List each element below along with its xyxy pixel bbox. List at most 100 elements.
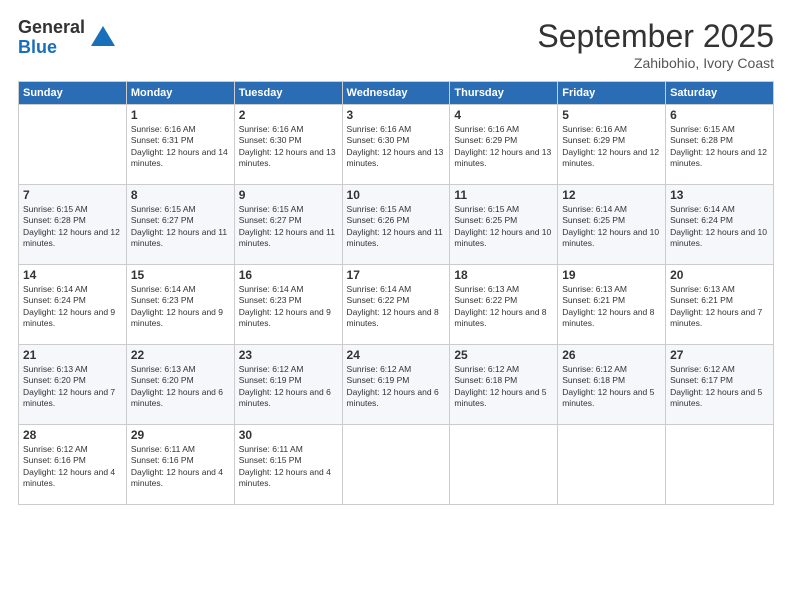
day-number: 1 [131,108,230,122]
day-number: 10 [347,188,446,202]
col-wednesday: Wednesday [342,82,450,105]
col-monday: Monday [126,82,234,105]
table-row: 27 Sunrise: 6:12 AM Sunset: 6:17 PM Dayli… [666,345,774,425]
day-info: Sunrise: 6:16 AM Sunset: 6:29 PM Dayligh… [562,124,661,170]
day-number: 12 [562,188,661,202]
table-row: 24Sunrise: 6:12 AM Sunset: 6:19 PM Dayli… [342,345,450,425]
day-info: Sunrise: 6:15 AM Sunset: 6:27 PM Dayligh… [131,204,230,250]
table-row [19,105,127,185]
col-thursday: Thursday [450,82,558,105]
table-row: 20 Sunrise: 6:13 AM Sunset: 6:21 PM Dayli… [666,265,774,345]
table-row: 17Sunrise: 6:14 AM Sunset: 6:22 PM Dayli… [342,265,450,345]
day-info: Sunrise: 6:16 AM Sunset: 6:30 PM Dayligh… [239,124,338,170]
day-info: Sunrise: 6:13 AM Sunset: 6:21 PM Dayligh… [670,284,769,330]
day-info: Sunrise: 6:12 AM Sunset: 6:18 PM Dayligh… [454,364,553,410]
day-info: Sunrise: 6:11 AM Sunset: 6:16 PM Dayligh… [131,444,230,490]
location: Zahibohio, Ivory Coast [537,55,774,71]
table-row: 29 Sunrise: 6:11 AM Sunset: 6:16 PM Dayli… [126,425,234,505]
table-row: 21 Sunrise: 6:13 AM Sunset: 6:20 PM Dayli… [19,345,127,425]
day-number: 20 [670,268,769,282]
day-number: 18 [454,268,553,282]
col-sunday: Sunday [19,82,127,105]
logo-general: General [18,18,85,38]
table-row: 8 Sunrise: 6:15 AM Sunset: 6:27 PM Daylig… [126,185,234,265]
day-number: 6 [670,108,769,122]
table-row: 4Sunrise: 6:16 AM Sunset: 6:29 PM Daylig… [450,105,558,185]
day-info: Sunrise: 6:16 AM Sunset: 6:30 PM Dayligh… [347,124,446,170]
table-row: 10 Sunrise: 6:15 AM Sunset: 6:26 PM Dayli… [342,185,450,265]
header: General Blue September 2025 Zahibohio, I… [18,18,774,71]
day-info: Sunrise: 6:13 AM Sunset: 6:20 PM Dayligh… [23,364,122,410]
table-row [666,425,774,505]
day-info: Sunrise: 6:11 AM Sunset: 6:15 PM Dayligh… [239,444,338,490]
day-number: 24 [347,348,446,362]
table-row: 22 Sunrise: 6:13 AM Sunset: 6:20 PM Dayli… [126,345,234,425]
day-info: Sunrise: 6:16 AM Sunset: 6:29 PM Dayligh… [454,124,553,170]
table-row: 14 Sunrise: 6:14 AM Sunset: 6:24 PM Dayli… [19,265,127,345]
day-info: Sunrise: 6:12 AM Sunset: 6:16 PM Dayligh… [23,444,122,490]
day-info: Sunrise: 6:14 AM Sunset: 6:24 PM Dayligh… [23,284,122,330]
day-info: Sunrise: 6:15 AM Sunset: 6:25 PM Dayligh… [454,204,553,250]
table-row: 5 Sunrise: 6:16 AM Sunset: 6:29 PM Daylig… [558,105,666,185]
table-row: 15 Sunrise: 6:14 AM Sunset: 6:23 PM Dayli… [126,265,234,345]
table-row: 12 Sunrise: 6:14 AM Sunset: 6:25 PM Dayli… [558,185,666,265]
day-number: 3 [347,108,446,122]
day-info: Sunrise: 6:15 AM Sunset: 6:26 PM Dayligh… [347,204,446,250]
day-number: 14 [23,268,122,282]
table-row [450,425,558,505]
day-number: 8 [131,188,230,202]
table-row: 9 Sunrise: 6:15 AM Sunset: 6:27 PM Daylig… [234,185,342,265]
table-row: 23 Sunrise: 6:12 AM Sunset: 6:19 PM Dayli… [234,345,342,425]
day-number: 2 [239,108,338,122]
day-info: Sunrise: 6:16 AM Sunset: 6:31 PM Dayligh… [131,124,230,170]
day-number: 19 [562,268,661,282]
calendar: Sunday Monday Tuesday Wednesday Thursday… [18,81,774,505]
page: General Blue September 2025 Zahibohio, I… [0,0,792,612]
day-info: Sunrise: 6:15 AM Sunset: 6:27 PM Dayligh… [239,204,338,250]
table-row: 26 Sunrise: 6:12 AM Sunset: 6:18 PM Dayli… [558,345,666,425]
day-number: 25 [454,348,553,362]
day-number: 9 [239,188,338,202]
day-number: 5 [562,108,661,122]
table-row: 25 Sunrise: 6:12 AM Sunset: 6:18 PM Dayli… [450,345,558,425]
day-number: 7 [23,188,122,202]
day-number: 16 [239,268,338,282]
day-info: Sunrise: 6:12 AM Sunset: 6:17 PM Dayligh… [670,364,769,410]
table-row: 18 Sunrise: 6:13 AM Sunset: 6:22 PM Dayli… [450,265,558,345]
table-row [558,425,666,505]
title-block: September 2025 Zahibohio, Ivory Coast [537,18,774,71]
day-info: Sunrise: 6:14 AM Sunset: 6:22 PM Dayligh… [347,284,446,330]
day-info: Sunrise: 6:15 AM Sunset: 6:28 PM Dayligh… [23,204,122,250]
table-row: 2 Sunrise: 6:16 AM Sunset: 6:30 PM Daylig… [234,105,342,185]
col-tuesday: Tuesday [234,82,342,105]
day-info: Sunrise: 6:13 AM Sunset: 6:21 PM Dayligh… [562,284,661,330]
day-info: Sunrise: 6:13 AM Sunset: 6:22 PM Dayligh… [454,284,553,330]
day-info: Sunrise: 6:12 AM Sunset: 6:18 PM Dayligh… [562,364,661,410]
logo-icon [89,24,117,52]
table-row: 7 Sunrise: 6:15 AM Sunset: 6:28 PM Daylig… [19,185,127,265]
day-number: 26 [562,348,661,362]
table-row: 1 Sunrise: 6:16 AM Sunset: 6:31 PM Daylig… [126,105,234,185]
day-number: 13 [670,188,769,202]
col-saturday: Saturday [666,82,774,105]
day-number: 21 [23,348,122,362]
day-info: Sunrise: 6:14 AM Sunset: 6:23 PM Dayligh… [239,284,338,330]
table-row: 19 Sunrise: 6:13 AM Sunset: 6:21 PM Dayli… [558,265,666,345]
day-number: 22 [131,348,230,362]
day-number: 30 [239,428,338,442]
day-number: 27 [670,348,769,362]
day-info: Sunrise: 6:14 AM Sunset: 6:25 PM Dayligh… [562,204,661,250]
table-row: 11 Sunrise: 6:15 AM Sunset: 6:25 PM Dayli… [450,185,558,265]
col-friday: Friday [558,82,666,105]
day-number: 15 [131,268,230,282]
table-row: 13Sunrise: 6:14 AM Sunset: 6:24 PM Dayli… [666,185,774,265]
day-number: 11 [454,188,553,202]
day-info: Sunrise: 6:12 AM Sunset: 6:19 PM Dayligh… [239,364,338,410]
table-row: 6Sunrise: 6:15 AM Sunset: 6:28 PM Daylig… [666,105,774,185]
day-number: 29 [131,428,230,442]
table-row: 3 Sunrise: 6:16 AM Sunset: 6:30 PM Daylig… [342,105,450,185]
day-number: 28 [23,428,122,442]
day-info: Sunrise: 6:13 AM Sunset: 6:20 PM Dayligh… [131,364,230,410]
day-number: 23 [239,348,338,362]
day-info: Sunrise: 6:14 AM Sunset: 6:23 PM Dayligh… [131,284,230,330]
